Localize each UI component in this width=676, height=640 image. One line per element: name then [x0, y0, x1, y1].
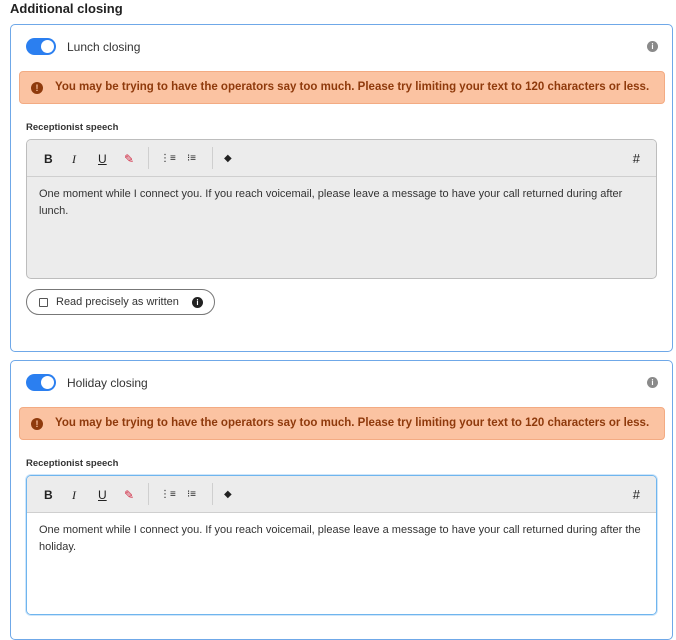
bold-button[interactable]: B — [44, 152, 53, 166]
editor-text[interactable]: One moment while I connect you. If you r… — [27, 177, 656, 220]
warning-text: You may be trying to have the operators … — [55, 417, 650, 429]
eraser-icon[interactable]: ◆ — [224, 488, 232, 502]
warning-text: You may be trying to have the operators … — [55, 81, 650, 93]
bold-button[interactable]: B — [44, 488, 53, 502]
hash-button[interactable]: # — [633, 152, 640, 166]
card-header: Lunch closing i — [11, 25, 672, 69]
warning-banner: ! You may be trying to have the operator… — [19, 71, 665, 104]
ordered-list-icon[interactable]: ⋮≡ — [160, 152, 176, 166]
highlight-icon[interactable]: ✎ — [124, 488, 134, 502]
section-title: Additional closing — [10, 1, 123, 16]
editor-toolbar: B I U ✎ ⋮≡ ⁝≡ ◆ # — [27, 140, 656, 177]
warning-icon: ! — [31, 418, 43, 430]
highlight-icon[interactable]: ✎ — [124, 152, 134, 166]
read-precisely-toggle[interactable]: Read precisely as written i — [26, 289, 215, 315]
bullet-list-icon[interactable]: ⁝≡ — [187, 488, 196, 502]
read-precisely-label: Read precisely as written — [56, 296, 179, 308]
italic-button[interactable]: I — [72, 152, 76, 166]
ordered-list-icon[interactable]: ⋮≡ — [160, 488, 176, 502]
warning-icon: ! — [31, 82, 43, 94]
toolbar-divider — [212, 483, 213, 505]
read-precisely-checkbox[interactable] — [39, 298, 48, 307]
lunch-closing-toggle[interactable] — [26, 38, 56, 55]
info-circle-icon[interactable]: i — [647, 377, 658, 388]
card-header: Holiday closing i — [11, 361, 672, 405]
warning-banner: ! You may be trying to have the operator… — [19, 407, 665, 440]
receptionist-speech-editor[interactable]: B I U ✎ ⋮≡ ⁝≡ ◆ # One moment while I con… — [26, 475, 657, 615]
holiday-closing-toggle[interactable] — [26, 374, 56, 391]
card-title: Holiday closing — [67, 376, 148, 390]
lunch-closing-card: Lunch closing i ! You may be trying to h… — [10, 24, 673, 352]
toolbar-divider — [148, 483, 149, 505]
info-icon[interactable]: i — [192, 297, 203, 308]
toolbar-divider — [148, 147, 149, 169]
editor-toolbar: B I U ✎ ⋮≡ ⁝≡ ◆ # — [27, 476, 656, 513]
italic-button[interactable]: I — [72, 488, 76, 502]
underline-button[interactable]: U — [98, 488, 107, 502]
editor-text[interactable]: One moment while I connect you. If you r… — [27, 513, 656, 614]
toggle-knob — [41, 40, 54, 53]
card-title: Lunch closing — [67, 40, 141, 54]
toggle-knob — [41, 376, 54, 389]
receptionist-speech-label: Receptionist speech — [26, 458, 119, 469]
underline-button[interactable]: U — [98, 152, 107, 166]
bullet-list-icon[interactable]: ⁝≡ — [187, 152, 196, 166]
eraser-icon[interactable]: ◆ — [224, 152, 232, 166]
holiday-closing-card: Holiday closing i ! You may be trying to… — [10, 360, 673, 640]
toolbar-divider — [212, 147, 213, 169]
receptionist-speech-label: Receptionist speech — [26, 122, 119, 133]
hash-button[interactable]: # — [633, 488, 640, 502]
info-circle-icon[interactable]: i — [647, 41, 658, 52]
receptionist-speech-editor[interactable]: B I U ✎ ⋮≡ ⁝≡ ◆ # One moment while I con… — [26, 139, 657, 279]
